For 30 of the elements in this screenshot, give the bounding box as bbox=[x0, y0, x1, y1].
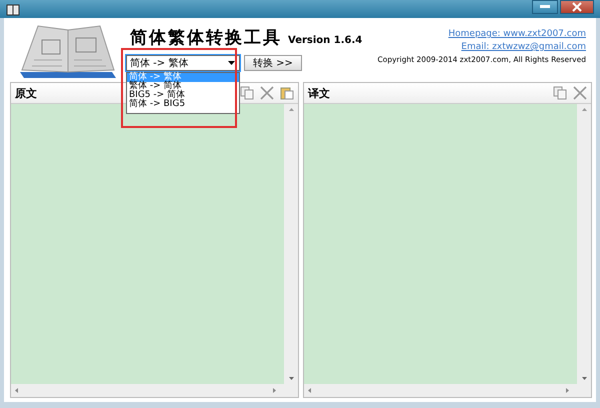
homepage-link[interactable]: Homepage: www.zxt2007.com bbox=[448, 29, 586, 39]
book-icon bbox=[6, 2, 20, 16]
scroll-right-icon[interactable] bbox=[273, 388, 276, 393]
email-link[interactable]: Email: zxtwzwz@gmail.com bbox=[461, 42, 586, 52]
dropdown-option[interactable]: 繁体 -> 简体 bbox=[127, 82, 239, 91]
scroll-up-icon[interactable] bbox=[582, 108, 586, 111]
scroll-right-icon[interactable] bbox=[566, 388, 569, 393]
scroll-down-icon[interactable] bbox=[582, 377, 586, 380]
convert-button[interactable]: 转换 >> bbox=[244, 55, 302, 71]
close-button[interactable] bbox=[560, 0, 594, 14]
caret-icon bbox=[228, 61, 235, 65]
minimize-icon bbox=[540, 5, 550, 9]
scroll-left-icon[interactable] bbox=[15, 388, 18, 393]
cut-icon[interactable] bbox=[573, 86, 587, 100]
copy-icon[interactable] bbox=[553, 86, 567, 100]
dropdown-option[interactable]: BIG5 -> 简体 bbox=[127, 91, 239, 100]
scroll-down-icon[interactable] bbox=[288, 377, 294, 380]
version-label: Version 1.6.4 bbox=[288, 35, 362, 46]
close-icon bbox=[572, 2, 582, 12]
cut-icon[interactable] bbox=[260, 86, 274, 100]
app-title: 简体繁体转换工具 bbox=[130, 27, 282, 49]
panel-title: 译文 bbox=[308, 86, 330, 100]
panel-title: 原文 bbox=[15, 86, 37, 100]
copy-icon[interactable] bbox=[240, 86, 254, 100]
mode-dropdown[interactable]: 简体 -> 繁体 bbox=[126, 55, 240, 71]
dropdown-option[interactable]: 简体 -> BIG5 bbox=[127, 100, 239, 109]
minimize-button[interactable] bbox=[532, 0, 558, 14]
scroll-left-icon[interactable] bbox=[308, 388, 311, 393]
scroll-up-icon[interactable] bbox=[288, 108, 294, 111]
paste-icon[interactable] bbox=[280, 86, 294, 100]
